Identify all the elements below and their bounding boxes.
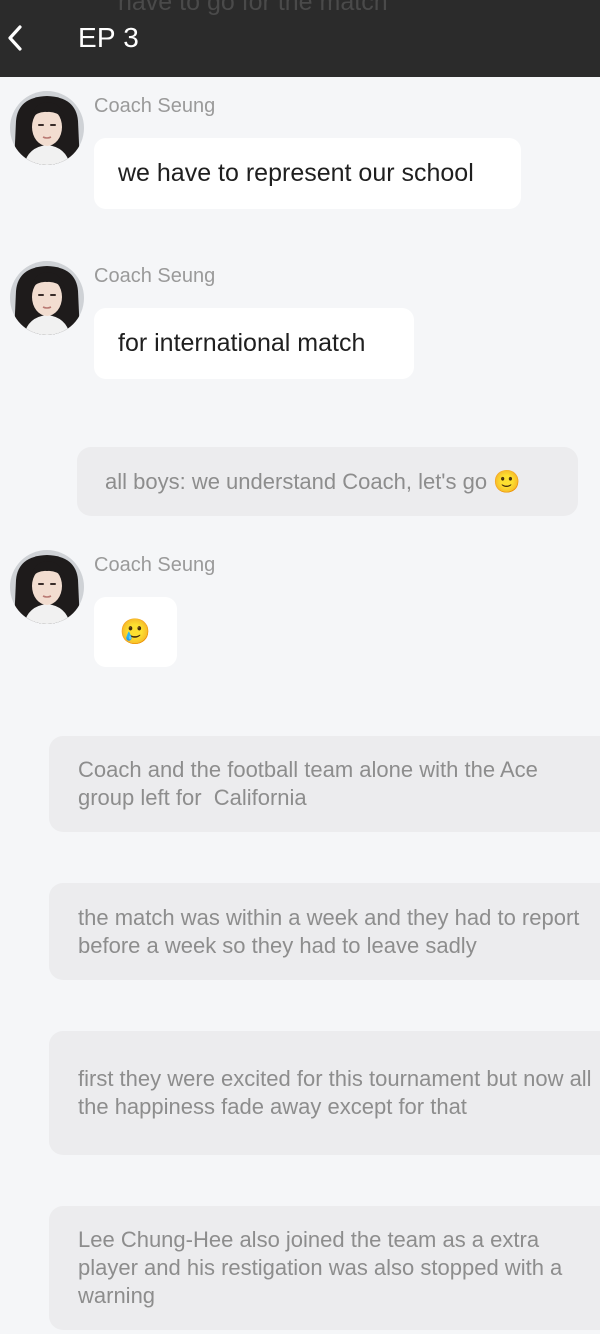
chevron-left-icon bbox=[8, 25, 22, 51]
message-bubble[interactable]: we have to represent our school bbox=[94, 138, 521, 209]
narration-bubble[interactable]: all boys: we understand Coach, let's go … bbox=[77, 447, 578, 516]
sender-name: Coach Seung bbox=[94, 554, 216, 576]
avatar-icon bbox=[10, 261, 84, 335]
message-bubble[interactable]: for international match bbox=[94, 308, 414, 379]
avatar[interactable] bbox=[10, 261, 84, 335]
avatar-icon bbox=[10, 91, 84, 165]
narration-text: Coach and the football team alone with t… bbox=[78, 757, 544, 810]
narration-bubble[interactable]: Coach and the football team alone with t… bbox=[49, 736, 600, 832]
sender-name: Coach Seung bbox=[94, 265, 216, 287]
back-button[interactable] bbox=[0, 16, 30, 60]
narration-text: Lee Chung-Hee also joined the team as a … bbox=[78, 1227, 569, 1308]
scrolled-header-text: have to go for the match bbox=[118, 0, 388, 16]
narration-bubble[interactable]: Lee Chung-Hee also joined the team as a … bbox=[49, 1206, 600, 1330]
episode-title: EP 3 bbox=[78, 22, 139, 53]
narration-text: the match was within a week and they had… bbox=[78, 904, 586, 958]
sender-name: Coach Seung bbox=[94, 95, 216, 117]
top-bar: have to go for the match EP 3 bbox=[0, 0, 600, 77]
avatar[interactable] bbox=[10, 550, 84, 624]
narration-bubble[interactable]: the match was within a week and they had… bbox=[49, 883, 600, 980]
narration-text: first they were excited for this tournam… bbox=[78, 1066, 598, 1119]
avatar[interactable] bbox=[10, 91, 84, 165]
narration-bubble[interactable]: first they were excited for this tournam… bbox=[49, 1031, 600, 1155]
message-bubble[interactable]: 🥲 bbox=[94, 597, 177, 667]
avatar-icon bbox=[10, 550, 84, 624]
